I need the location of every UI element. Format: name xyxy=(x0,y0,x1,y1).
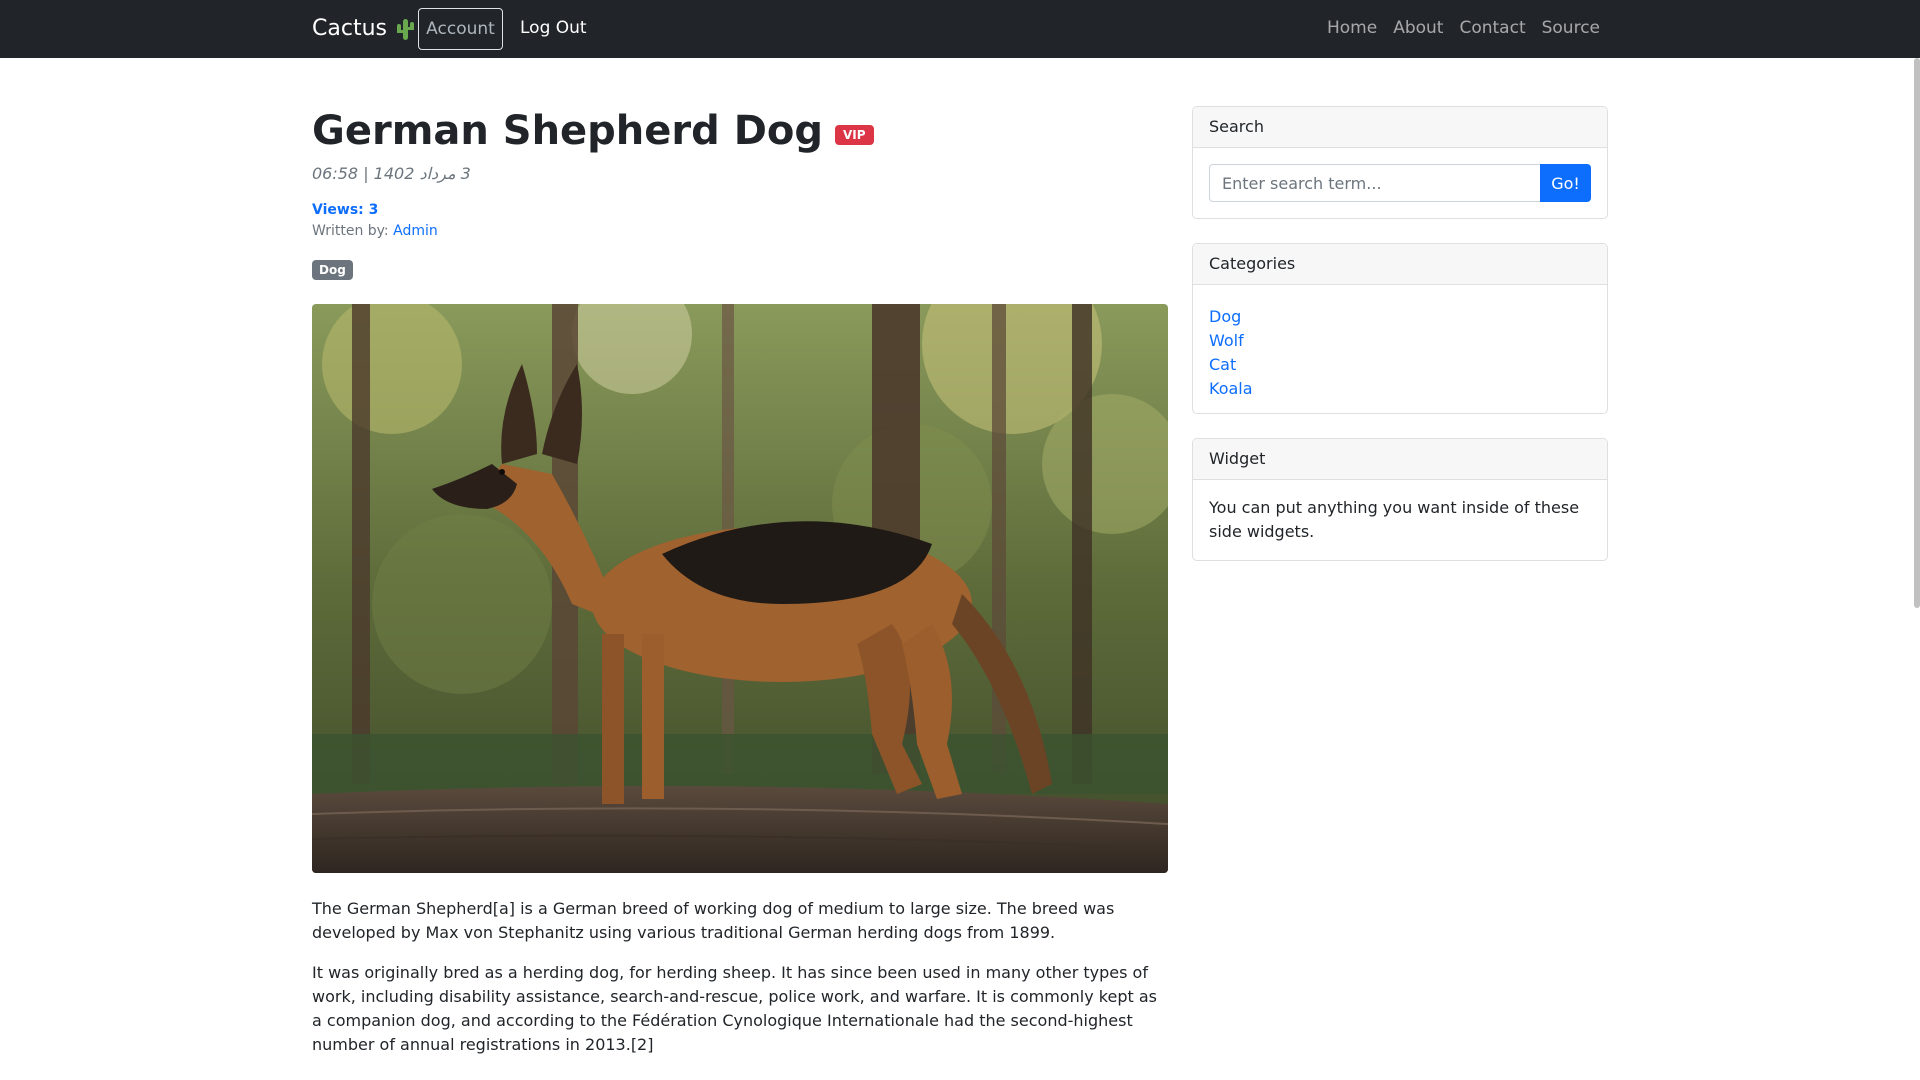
post-paragraph: The German Shepherd[a] is a German breed… xyxy=(312,899,1115,942)
categories-card-body: Dog Wolf Cat Koala xyxy=(1193,285,1607,417)
nav-links: Home About Contact Source xyxy=(1327,17,1600,39)
brand-name: Cactus xyxy=(312,16,387,41)
nav-source-link[interactable]: Source xyxy=(1542,17,1600,39)
list-item: Wolf xyxy=(1209,329,1591,353)
widget-card: Widget You can put anything you want ins… xyxy=(1192,438,1608,561)
post-author-line: Written by: Admin xyxy=(312,220,1168,242)
nav-contact-link[interactable]: Contact xyxy=(1459,17,1525,39)
author-link[interactable]: Admin xyxy=(393,223,438,239)
search-card: Search Go! xyxy=(1192,106,1608,219)
widget-card-title: Widget xyxy=(1193,439,1607,480)
search-go-button[interactable]: Go! xyxy=(1540,164,1591,202)
post-date: 3 مرداد 1402 | 06:58 xyxy=(312,164,471,183)
cactus-icon xyxy=(395,18,415,40)
search-input[interactable] xyxy=(1209,164,1540,202)
nav-about-link[interactable]: About xyxy=(1393,17,1443,39)
category-link-wolf[interactable]: Wolf xyxy=(1209,331,1244,350)
page-scrollbar[interactable] xyxy=(1914,58,1920,608)
category-link-dog[interactable]: Dog xyxy=(1209,307,1241,326)
post-article: German Shepherd Dog VIP 3 مرداد 1402 | 0… xyxy=(312,100,1168,1073)
categories-card-title: Categories xyxy=(1193,244,1607,285)
post-paragraph: It was originally bred as a herding dog,… xyxy=(312,963,1157,1054)
list-item: Dog xyxy=(1209,305,1591,329)
list-item: Cat xyxy=(1209,353,1591,377)
search-group: Go! xyxy=(1209,164,1591,202)
category-link-koala[interactable]: Koala xyxy=(1209,379,1253,398)
post-image xyxy=(312,304,1168,873)
navbar: Cactus Account Log Out Home About Contac… xyxy=(0,0,1920,58)
categories-card: Categories Dog Wolf Cat Koala xyxy=(1192,243,1608,414)
tag-badge[interactable]: Dog xyxy=(312,260,353,280)
category-list: Dog Wolf Cat Koala xyxy=(1209,301,1591,401)
list-item: Koala xyxy=(1209,377,1591,401)
brand-link[interactable]: Cactus xyxy=(312,16,415,42)
vip-badge: VIP xyxy=(835,125,874,145)
search-card-body: Go! xyxy=(1193,148,1607,218)
search-card-title: Search xyxy=(1193,107,1607,148)
widget-card-body: You can put anything you want inside of … xyxy=(1193,480,1607,560)
nav-home-link[interactable]: Home xyxy=(1327,17,1377,39)
written-by-label: Written by: xyxy=(312,223,394,239)
logout-link[interactable]: Log Out xyxy=(520,17,587,39)
post-views: Views: 3 xyxy=(312,202,379,218)
post-title-row: German Shepherd Dog VIP xyxy=(312,100,1168,162)
account-button[interactable]: Account xyxy=(418,8,503,50)
post-title: German Shepherd Dog xyxy=(312,108,824,154)
post-body: The German Shepherd[a] is a German breed… xyxy=(312,897,1168,1057)
widget-text: You can put anything you want inside of … xyxy=(1209,498,1580,541)
category-link-cat[interactable]: Cat xyxy=(1209,355,1236,374)
